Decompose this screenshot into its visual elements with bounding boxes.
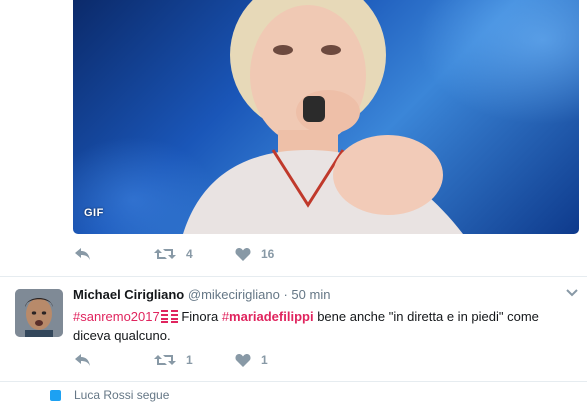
media-figure [183, 0, 463, 234]
author-username[interactable]: @mikecirigliano [188, 287, 280, 302]
hashtag-link[interactable]: #mariadefilippi [222, 309, 314, 324]
reply-icon [75, 248, 90, 260]
separator-dot: · [283, 287, 288, 302]
tweet-text: #sanremo2017 Finora #mariadefilippi bene… [73, 307, 568, 345]
caret-down-icon[interactable] [566, 289, 578, 297]
retweet-button[interactable]: 4 [154, 247, 235, 261]
like-count: 1 [261, 353, 268, 367]
reply-icon [75, 354, 90, 366]
tweet-header: Michael Cirigliano @mikecirigliano · 50 … [73, 287, 330, 302]
heart-icon [235, 248, 251, 261]
tweet1-actions: 4 16 [74, 247, 274, 261]
flag-emoji-icon [160, 309, 178, 323]
tweet-divider [0, 381, 587, 382]
heart-icon [235, 354, 251, 367]
retweet-icon [154, 355, 176, 365]
tweet-media-gif[interactable]: GIF [73, 0, 579, 234]
retweet-icon [154, 249, 176, 259]
avatar[interactable] [15, 289, 63, 337]
reply-button[interactable] [74, 353, 154, 367]
tweet2-actions: 1 1 [74, 353, 268, 367]
hashtag-symbol: # [221, 309, 230, 324]
retweet-count: 1 [186, 353, 193, 367]
tweet[interactable]: Michael Cirigliano @mikecirigliano · 50 … [0, 277, 587, 382]
like-button[interactable]: 1 [235, 353, 268, 367]
like-count: 16 [261, 247, 275, 261]
retweet-count: 4 [186, 247, 193, 261]
retweet-button[interactable]: 1 [154, 353, 235, 367]
follow-icon [50, 389, 61, 401]
hashtag-link[interactable]: #sanremo2017 [73, 309, 160, 324]
gif-badge: GIF [84, 207, 104, 219]
reply-button[interactable] [74, 247, 154, 261]
author-fullname[interactable]: Michael Cirigliano [73, 287, 184, 302]
hashtag-word: mariadefilippi [229, 309, 314, 324]
like-button[interactable]: 16 [235, 247, 274, 261]
tweet-timestamp[interactable]: 50 min [291, 287, 330, 302]
tweet-text-part: Finora [177, 309, 222, 324]
avatar-image [15, 289, 63, 337]
